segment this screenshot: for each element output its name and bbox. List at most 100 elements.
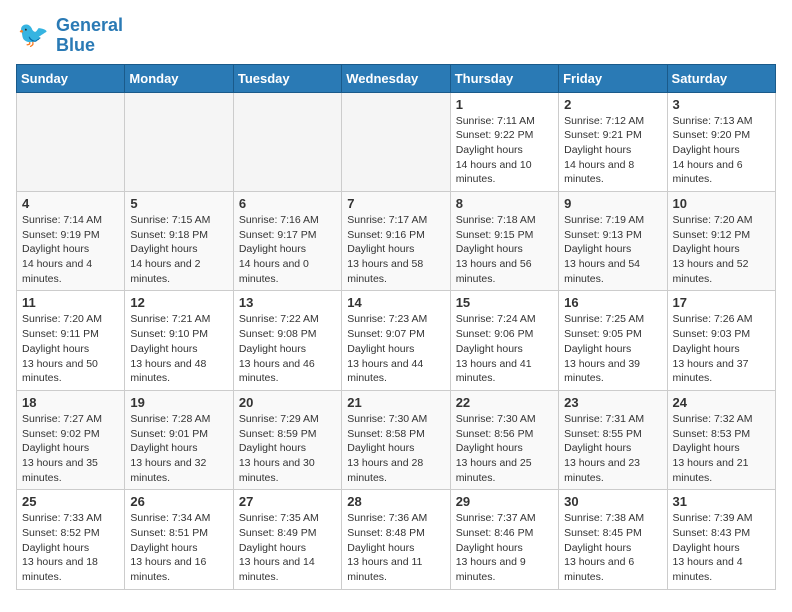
- day-header-wednesday: Wednesday: [342, 64, 450, 92]
- day-info: Sunrise: 7:26 AMSunset: 9:03 PMDaylight …: [673, 312, 770, 385]
- day-number: 28: [347, 494, 444, 509]
- day-number: 26: [130, 494, 227, 509]
- logo-icon: 🐦: [16, 18, 52, 54]
- day-number: 13: [239, 295, 336, 310]
- calendar-cell: 11 Sunrise: 7:20 AMSunset: 9:11 PMDayligh…: [17, 291, 125, 390]
- day-info: Sunrise: 7:35 AMSunset: 8:49 PMDaylight …: [239, 511, 336, 584]
- day-number: 14: [347, 295, 444, 310]
- calendar-cell: [342, 92, 450, 191]
- day-number: 17: [673, 295, 770, 310]
- day-number: 15: [456, 295, 553, 310]
- logo-text: General Blue: [56, 16, 123, 56]
- calendar-cell: 12Sunrise: 7:21 AMSunset: 9:10 PMDayligh…: [125, 291, 233, 390]
- calendar-cell: 9Sunrise: 7:19 AMSunset: 9:13 PMDaylight…: [559, 192, 667, 291]
- calendar-cell: 3Sunrise: 7:13 AMSunset: 9:20 PMDaylight…: [667, 92, 775, 191]
- week-row-5: 25 Sunrise: 7:33 AMSunset: 8:52 PMDayligh…: [17, 490, 776, 589]
- week-row-4: 18 Sunrise: 7:27 AMSunset: 9:02 PMDayligh…: [17, 390, 776, 489]
- calendar-cell: 26 Sunrise: 7:34 AMSunset: 8:51 PMDayligh…: [125, 490, 233, 589]
- day-number: 19: [130, 395, 227, 410]
- day-info: Sunrise: 7:24 AMSunset: 9:06 PMDaylight …: [456, 312, 553, 385]
- day-number: 18: [22, 395, 119, 410]
- calendar-cell: 16Sunrise: 7:25 AMSunset: 9:05 PMDayligh…: [559, 291, 667, 390]
- calendar-cell: [233, 92, 341, 191]
- day-info: Sunrise: 7:29 AMSunset: 8:59 PMDaylight …: [239, 412, 336, 485]
- day-info: Sunrise: 7:34 AMSunset: 8:51 PMDaylight …: [130, 511, 227, 584]
- calendar-cell: 19 Sunrise: 7:28 AMSunset: 9:01 PMDayligh…: [125, 390, 233, 489]
- day-number: 10: [673, 196, 770, 211]
- calendar-cell: 15 Sunrise: 7:24 AMSunset: 9:06 PMDayligh…: [450, 291, 558, 390]
- day-info: Sunrise: 7:20 AMSunset: 9:12 PMDaylight …: [673, 213, 770, 286]
- day-info: Sunrise: 7:15 AMSunset: 9:18 PMDaylight …: [130, 213, 227, 286]
- day-info: Sunrise: 7:23 AMSunset: 9:07 PMDaylight …: [347, 312, 444, 385]
- day-number: 27: [239, 494, 336, 509]
- day-number: 4: [22, 196, 119, 211]
- day-info: Sunrise: 7:36 AMSunset: 8:48 PMDaylight …: [347, 511, 444, 584]
- week-row-3: 11 Sunrise: 7:20 AMSunset: 9:11 PMDayligh…: [17, 291, 776, 390]
- day-number: 11: [22, 295, 119, 310]
- calendar-cell: 18 Sunrise: 7:27 AMSunset: 9:02 PMDayligh…: [17, 390, 125, 489]
- day-info: Sunrise: 7:21 AMSunset: 9:10 PMDaylight …: [130, 312, 227, 385]
- day-number: 1: [456, 97, 553, 112]
- calendar-cell: [125, 92, 233, 191]
- calendar-table: SundayMondayTuesdayWednesdayThursdayFrid…: [16, 64, 776, 590]
- calendar-cell: 21 Sunrise: 7:30 AMSunset: 8:58 PMDayligh…: [342, 390, 450, 489]
- logo: 🐦 General Blue: [16, 16, 123, 56]
- day-info: Sunrise: 7:13 AMSunset: 9:20 PMDaylight …: [673, 114, 770, 187]
- day-info: Sunrise: 7:25 AMSunset: 9:05 PMDaylight …: [564, 312, 661, 385]
- calendar-cell: 23 Sunrise: 7:31 AMSunset: 8:55 PMDayligh…: [559, 390, 667, 489]
- day-info: Sunrise: 7:17 AMSunset: 9:16 PMDaylight …: [347, 213, 444, 286]
- day-info: Sunrise: 7:30 AMSunset: 8:58 PMDaylight …: [347, 412, 444, 485]
- calendar-cell: 14 Sunrise: 7:23 AMSunset: 9:07 PMDayligh…: [342, 291, 450, 390]
- day-number: 24: [673, 395, 770, 410]
- calendar-cell: 7 Sunrise: 7:17 AMSunset: 9:16 PMDaylight…: [342, 192, 450, 291]
- day-number: 21: [347, 395, 444, 410]
- day-number: 5: [130, 196, 227, 211]
- day-info: Sunrise: 7:28 AMSunset: 9:01 PMDaylight …: [130, 412, 227, 485]
- day-info: Sunrise: 7:20 AMSunset: 9:11 PMDaylight …: [22, 312, 119, 385]
- calendar-cell: 20 Sunrise: 7:29 AMSunset: 8:59 PMDayligh…: [233, 390, 341, 489]
- day-info: Sunrise: 7:37 AMSunset: 8:46 PMDaylight …: [456, 511, 553, 584]
- day-info: Sunrise: 7:16 AMSunset: 9:17 PMDaylight …: [239, 213, 336, 286]
- day-info: Sunrise: 7:19 AMSunset: 9:13 PMDaylight …: [564, 213, 661, 286]
- day-number: 20: [239, 395, 336, 410]
- page-header: 🐦 General Blue: [16, 16, 776, 56]
- day-header-thursday: Thursday: [450, 64, 558, 92]
- day-info: Sunrise: 7:33 AMSunset: 8:52 PMDaylight …: [22, 511, 119, 584]
- day-info: Sunrise: 7:22 AMSunset: 9:08 PMDaylight …: [239, 312, 336, 385]
- calendar-cell: 27 Sunrise: 7:35 AMSunset: 8:49 PMDayligh…: [233, 490, 341, 589]
- header-row: SundayMondayTuesdayWednesdayThursdayFrid…: [17, 64, 776, 92]
- calendar-cell: 28 Sunrise: 7:36 AMSunset: 8:48 PMDayligh…: [342, 490, 450, 589]
- calendar-cell: 29Sunrise: 7:37 AMSunset: 8:46 PMDayligh…: [450, 490, 558, 589]
- calendar-cell: 22Sunrise: 7:30 AMSunset: 8:56 PMDayligh…: [450, 390, 558, 489]
- day-info: Sunrise: 7:32 AMSunset: 8:53 PMDaylight …: [673, 412, 770, 485]
- day-number: 25: [22, 494, 119, 509]
- calendar-cell: 1 Sunrise: 7:11 AMSunset: 9:22 PMDaylight…: [450, 92, 558, 191]
- calendar-cell: 17 Sunrise: 7:26 AMSunset: 9:03 PMDayligh…: [667, 291, 775, 390]
- calendar-cell: 6 Sunrise: 7:16 AMSunset: 9:17 PMDaylight…: [233, 192, 341, 291]
- day-number: 30: [564, 494, 661, 509]
- calendar-cell: 2Sunrise: 7:12 AMSunset: 9:21 PMDaylight…: [559, 92, 667, 191]
- week-row-2: 4 Sunrise: 7:14 AMSunset: 9:19 PMDaylight…: [17, 192, 776, 291]
- week-row-1: 1 Sunrise: 7:11 AMSunset: 9:22 PMDaylight…: [17, 92, 776, 191]
- day-header-friday: Friday: [559, 64, 667, 92]
- day-number: 23: [564, 395, 661, 410]
- calendar-cell: 10 Sunrise: 7:20 AMSunset: 9:12 PMDayligh…: [667, 192, 775, 291]
- day-header-sunday: Sunday: [17, 64, 125, 92]
- calendar-cell: 5 Sunrise: 7:15 AMSunset: 9:18 PMDaylight…: [125, 192, 233, 291]
- day-number: 8: [456, 196, 553, 211]
- day-number: 7: [347, 196, 444, 211]
- day-info: Sunrise: 7:11 AMSunset: 9:22 PMDaylight …: [456, 114, 553, 187]
- day-info: Sunrise: 7:27 AMSunset: 9:02 PMDaylight …: [22, 412, 119, 485]
- day-info: Sunrise: 7:39 AMSunset: 8:43 PMDaylight …: [673, 511, 770, 584]
- calendar-cell: 13 Sunrise: 7:22 AMSunset: 9:08 PMDayligh…: [233, 291, 341, 390]
- day-info: Sunrise: 7:18 AMSunset: 9:15 PMDaylight …: [456, 213, 553, 286]
- day-info: Sunrise: 7:14 AMSunset: 9:19 PMDaylight …: [22, 213, 119, 286]
- day-info: Sunrise: 7:12 AMSunset: 9:21 PMDaylight …: [564, 114, 661, 187]
- calendar-cell: 31Sunrise: 7:39 AMSunset: 8:43 PMDayligh…: [667, 490, 775, 589]
- day-header-saturday: Saturday: [667, 64, 775, 92]
- calendar-cell: 24 Sunrise: 7:32 AMSunset: 8:53 PMDayligh…: [667, 390, 775, 489]
- day-info: Sunrise: 7:31 AMSunset: 8:55 PMDaylight …: [564, 412, 661, 485]
- calendar-cell: 25 Sunrise: 7:33 AMSunset: 8:52 PMDayligh…: [17, 490, 125, 589]
- calendar-cell: 8 Sunrise: 7:18 AMSunset: 9:15 PMDaylight…: [450, 192, 558, 291]
- day-number: 6: [239, 196, 336, 211]
